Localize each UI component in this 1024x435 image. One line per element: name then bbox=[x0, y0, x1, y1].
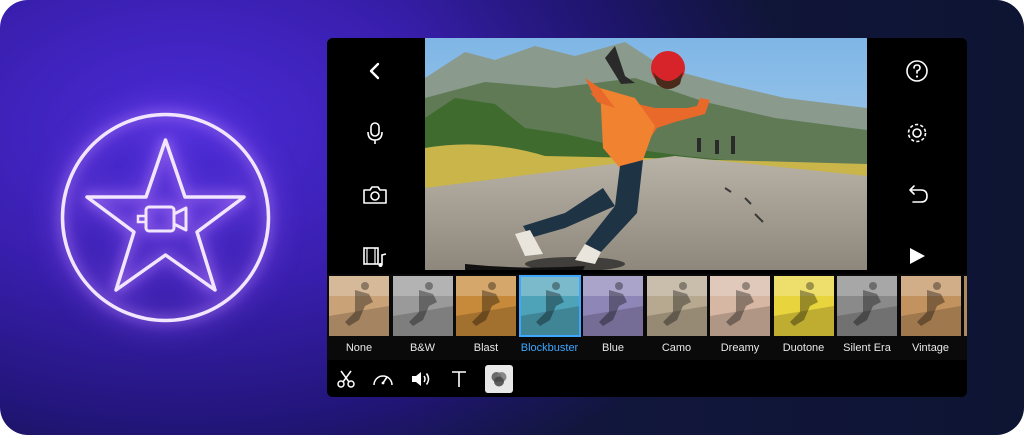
filter-label[interactable]: None bbox=[327, 342, 391, 354]
filter-thumbnail-vintage[interactable] bbox=[900, 276, 961, 336]
imovie-logo-icon bbox=[58, 110, 273, 325]
left-toolbar bbox=[327, 38, 425, 270]
filter-label[interactable]: Silent Era bbox=[835, 342, 899, 354]
filter-thumbnail-blockbuster[interactable] bbox=[518, 275, 581, 337]
imovie-editor: None B&W Blast Blockbuster Blue Camo Dreamy Duo… bbox=[327, 38, 967, 397]
edit-toolbar bbox=[327, 360, 967, 397]
speedometer-icon bbox=[373, 375, 393, 386]
filters-tool-button[interactable] bbox=[485, 365, 513, 393]
help-button[interactable] bbox=[899, 53, 935, 89]
settings-button[interactable] bbox=[899, 115, 935, 151]
filter-thumbnail-duotone[interactable] bbox=[773, 276, 834, 336]
play-icon bbox=[910, 248, 925, 264]
back-button[interactable] bbox=[357, 53, 393, 89]
camera-icon bbox=[363, 186, 387, 204]
skateboarder-video-frame bbox=[425, 38, 867, 270]
filter-thumbnail-camo[interactable] bbox=[646, 276, 707, 336]
volume-icon bbox=[412, 372, 430, 386]
filter-label[interactable]: Blue bbox=[581, 342, 645, 354]
microphone-icon bbox=[367, 122, 383, 144]
voiceover-button[interactable] bbox=[357, 115, 393, 151]
filter-thumbnail-silent-era[interactable] bbox=[837, 276, 897, 336]
filter-thumbnail-overflow[interactable] bbox=[964, 276, 967, 336]
filter-label[interactable]: Camo bbox=[645, 342, 709, 354]
media-button[interactable] bbox=[357, 238, 393, 274]
video-preview[interactable] bbox=[425, 38, 867, 270]
split-tool-button[interactable] bbox=[332, 365, 360, 393]
title-text-icon bbox=[452, 371, 466, 387]
filter-strip: None B&W Blast Blockbuster Blue Camo Dreamy Duo… bbox=[327, 274, 967, 360]
filter-thumbnail-none[interactable] bbox=[329, 276, 389, 336]
filter-label[interactable]: B&W bbox=[391, 342, 455, 354]
filter-thumbnail-b-w[interactable] bbox=[392, 276, 453, 336]
play-button[interactable] bbox=[899, 238, 935, 274]
title-tool-button[interactable] bbox=[445, 365, 473, 393]
back-chevron-icon bbox=[369, 62, 380, 80]
filter-thumbnail-dreamy[interactable] bbox=[710, 276, 770, 336]
filter-label[interactable]: Dreamy bbox=[708, 342, 772, 354]
speed-tool-button[interactable] bbox=[369, 365, 397, 393]
promo-card: None B&W Blast Blockbuster Blue Camo Dreamy Duo… bbox=[0, 0, 1024, 435]
filter-thumbnail-blast[interactable] bbox=[456, 276, 516, 336]
filters-icon bbox=[491, 372, 507, 387]
undo-button[interactable] bbox=[899, 177, 935, 213]
media-music-icon bbox=[363, 247, 387, 267]
filter-label[interactable]: Vintage bbox=[899, 342, 963, 354]
camera-button[interactable] bbox=[357, 177, 393, 213]
filter-thumbnail-blue[interactable] bbox=[583, 276, 643, 336]
settings-gear-icon bbox=[907, 123, 927, 143]
undo-icon bbox=[909, 185, 928, 203]
filter-label[interactable]: Blockbuster bbox=[518, 342, 582, 354]
scissors-icon bbox=[337, 370, 355, 388]
right-toolbar bbox=[867, 38, 967, 270]
filter-label[interactable]: Duotone bbox=[772, 342, 836, 354]
volume-tool-button[interactable] bbox=[407, 365, 435, 393]
help-icon bbox=[906, 60, 928, 82]
filter-label[interactable]: Blast bbox=[454, 342, 518, 354]
